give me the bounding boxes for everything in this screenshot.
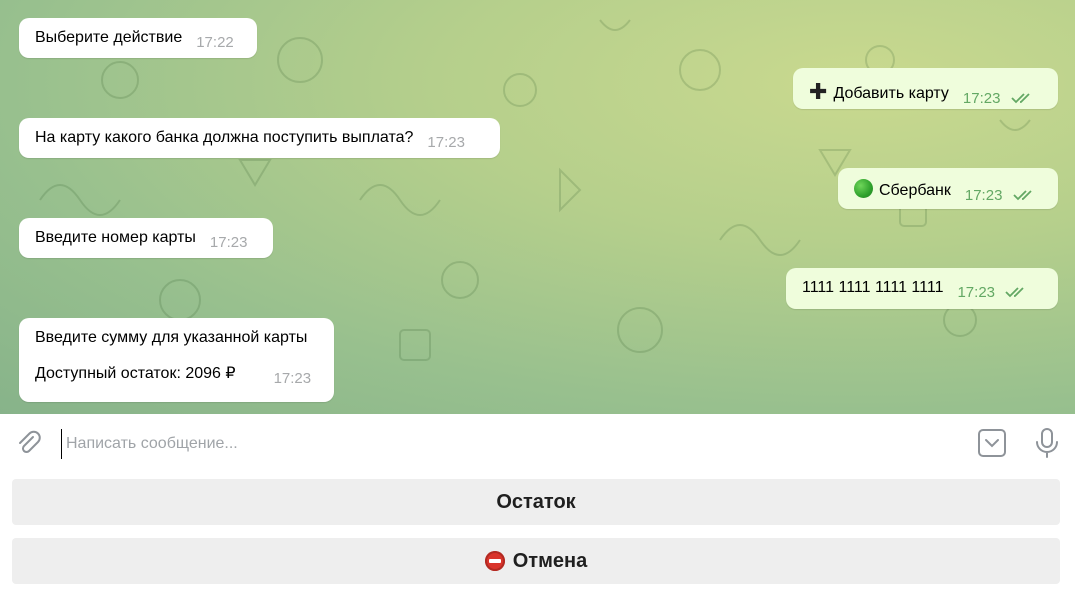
message-bubble-incoming: Выберите действие 17:22 [19, 18, 257, 58]
message-bubble-incoming: Введите сумму для указанной карты Доступ… [19, 318, 334, 402]
balance-button[interactable]: Остаток [12, 479, 1060, 525]
double-check-icon [1005, 287, 1025, 298]
message-text: 1111 1111 1111 1111 [802, 279, 944, 296]
plus-icon: ✚ [809, 79, 828, 104]
message-composer [0, 414, 1075, 472]
message-text-line: Введите сумму для указанной карты [35, 329, 308, 346]
double-check-icon [1013, 190, 1032, 201]
message-bubble-incoming: Введите номер карты 17:23 [19, 218, 273, 258]
reply-keyboard: Остаток Отмена [0, 472, 1075, 595]
green-circle-icon [854, 179, 873, 198]
chat-area: Выберите действие 17:22 ✚ Добавить карту 17… [0, 0, 1075, 414]
message-text: Выберите действие [35, 29, 183, 46]
message-time: 17:23 [962, 90, 1001, 107]
message-time: 17:22 [196, 34, 234, 51]
message-time: 17:23 [273, 370, 312, 387]
message-bubble-incoming: На карту какого банка должна поступить в… [19, 118, 500, 158]
message-time: 17:23 [964, 187, 1003, 204]
message-time: 17:23 [957, 284, 996, 301]
message-input[interactable] [61, 429, 948, 459]
keyboard-toggle-icon[interactable] [976, 427, 1008, 459]
message-text: На карту какого банка должна поступить в… [35, 129, 414, 146]
double-check-icon [1011, 93, 1030, 104]
message-bubble-outgoing: Сбербанк 17:23 [838, 168, 1058, 209]
no-entry-icon [484, 551, 505, 571]
message-bubble-outgoing: 1111 1111 1111 1111 17:23 [786, 268, 1058, 309]
cancel-button-label: Отмена [512, 549, 588, 572]
message-time: 17:23 [209, 234, 248, 251]
message-bubble-outgoing: ✚ Добавить карту 17:23 [793, 68, 1058, 109]
message-text: Добавить карту [833, 85, 949, 102]
paperclip-icon[interactable] [14, 428, 44, 458]
microphone-icon[interactable] [1034, 427, 1060, 459]
message-time: 17:23 [427, 134, 465, 151]
balance-button-label: Остаток [496, 490, 576, 513]
message-text: Сбербанк [879, 182, 951, 199]
message-text-line: Доступный остаток: 2096 ₽ [35, 365, 236, 382]
message-text: Введите номер карты [35, 229, 196, 246]
cancel-button[interactable]: Отмена [12, 538, 1060, 584]
